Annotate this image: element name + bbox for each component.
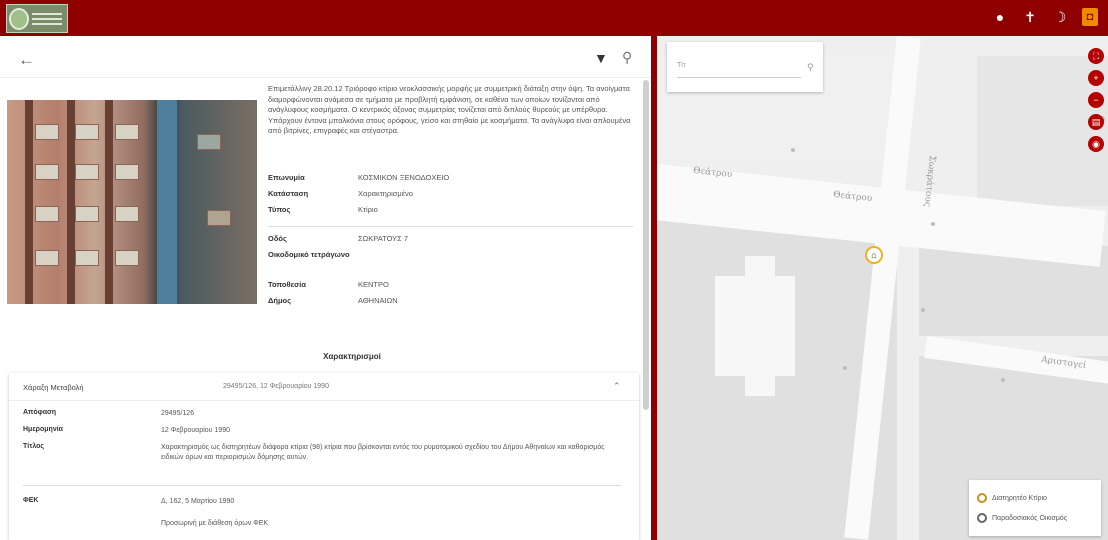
top-bar: ● ✝ ☽ ◘ — [0, 0, 1108, 36]
building-marker-icon[interactable]: ⌂ — [865, 246, 883, 264]
building-properties: Επωνυμία ΚΟΣΜΙΚΟΝ ΞΕΝΟΔΟΧΕΙΟ Κατάσταση Χαρ… — [268, 172, 633, 311]
card-title: Χάραξη Μεταβολή — [23, 383, 84, 392]
section-title: Χαρακτηρισμοί — [323, 352, 381, 361]
property-row: Δήμος ΑΘΗΝΑΙΩΝ — [268, 296, 398, 305]
property-row: Τύπος Κτίριο — [268, 205, 378, 214]
map-controls: ⛶ + − ▤ ◉ — [1088, 48, 1104, 152]
filter-icon[interactable]: ▼ — [594, 50, 608, 66]
card-header[interactable]: Χάραξη Μεταβολή 29495/126, 12 Φεβρουαρίο… — [9, 373, 639, 401]
card-row: Προσωρινή με διάθεση όρων ΦΕΚ — [161, 520, 269, 527]
logo-seal — [9, 7, 29, 30]
header-actions: ● ✝ ☽ ◘ — [992, 8, 1098, 26]
card-row: ΦΕΚ Δ, 162, 5 Μαρτίου 1990 — [23, 497, 235, 505]
property-row: Τοποθεσία ΚΕΝΤΡΟ — [268, 280, 389, 289]
search-icon[interactable]: ⚲ — [622, 49, 632, 66]
building-icon — [977, 493, 987, 503]
card-subtitle: 29495/126, 12 Φεβρουαρίου 1990 — [223, 383, 329, 390]
card-row: Ημερομηνία 12 Φεβρουαρίου 1990 — [23, 426, 230, 434]
building-description: Επιμετάλλινγ 28.20.12 Τριόροφο κτίριο νε… — [268, 84, 631, 135]
details-panel: ← ▼ ⚲ Επιμετάλλινγ 28.20.12 Τριόροφο κτί… — [0, 40, 651, 540]
settlement-icon — [977, 513, 987, 523]
cross-icon[interactable]: ✝ — [1022, 8, 1038, 26]
card-row: Τίτλος Χαρακτηρισμός ως διατηρητέων διάφο… — [23, 443, 605, 461]
legend-item: Διατηρητέο Κτίριο — [977, 488, 1093, 508]
map[interactable]: Θεάτρου Θεάτρου Σωκράτους Αριστογεί Αθ Τ… — [657, 36, 1108, 540]
map-search-input[interactable]: Τίτ — [677, 62, 801, 78]
fullscreen-icon[interactable]: ⛶ — [1088, 48, 1104, 64]
back-arrow-icon[interactable]: ← — [18, 50, 35, 70]
property-row: Οδός ΣΩΚΡΑΤΟΥΣ 7 — [268, 234, 409, 243]
search-icon[interactable]: ⚲ — [807, 62, 814, 73]
details-toolbar: ← ▼ ⚲ — [0, 40, 651, 78]
info-icon[interactable]: ● — [992, 8, 1008, 26]
layers-icon[interactable]: ▤ — [1088, 114, 1104, 130]
logo[interactable] — [6, 4, 68, 33]
map-legend: Διατηρητέο Κτίριο Παραδοσιακός Οικισμός — [969, 480, 1101, 536]
moon-icon[interactable]: ☽ — [1052, 8, 1068, 26]
zoom-in-icon[interactable]: + — [1088, 70, 1104, 86]
property-row: Κατάσταση Χαρακτηρισμένο — [268, 189, 413, 198]
location-icon[interactable]: ◉ — [1088, 136, 1104, 152]
chevron-up-icon[interactable]: ⌃ — [613, 381, 621, 392]
user-icon[interactable]: ◘ — [1082, 8, 1098, 26]
building-photo — [7, 100, 257, 304]
legend-item: Παραδοσιακός Οικισμός — [977, 508, 1093, 528]
designation-card: Χάραξη Μεταβολή 29495/126, 12 Φεβρουαρίο… — [9, 373, 639, 540]
property-row: Επωνυμία ΚΟΣΜΙΚΟΝ ΞΕΝΟΔΟΧΕΙΟ — [268, 173, 450, 182]
zoom-out-icon[interactable]: − — [1088, 92, 1104, 108]
property-row: Οικοδομικό τετράγωνο — [268, 250, 350, 259]
scrollbar[interactable] — [643, 80, 649, 410]
card-row: Απόφαση 29495/126 — [23, 409, 195, 417]
map-search: Τίτ ⚲ — [667, 42, 823, 92]
